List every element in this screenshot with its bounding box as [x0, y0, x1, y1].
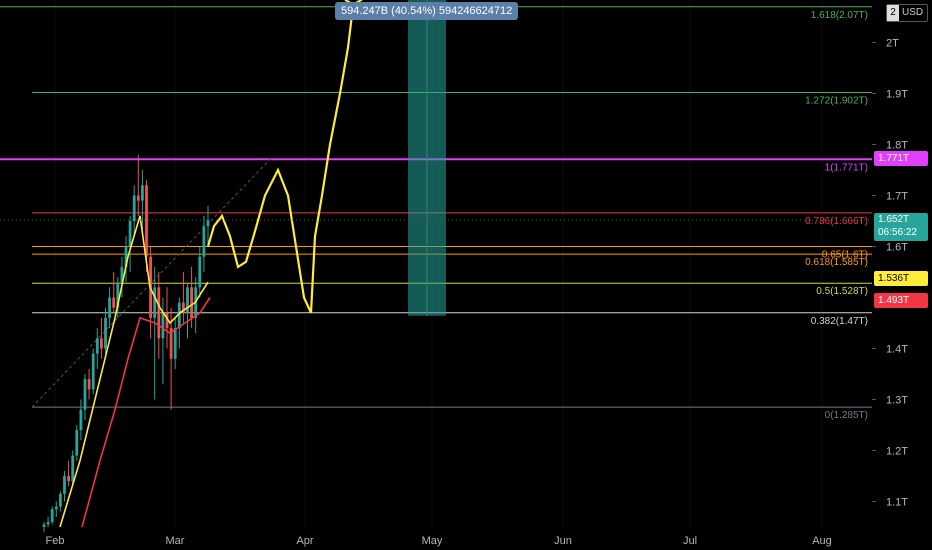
candle-body-24: [141, 185, 144, 201]
x-tick-label-2: Apr: [296, 535, 313, 547]
y-tick-label-0: 2T: [886, 38, 899, 50]
candle-body-10: [83, 379, 87, 410]
x-tick-label-5: Jul: [683, 535, 697, 547]
candle-body-32: [173, 328, 177, 359]
candle-body-9: [79, 409, 83, 431]
y-tick-label-3: 1.7T: [886, 191, 908, 203]
fib-level-label-8: 0(1.285T): [825, 410, 868, 421]
candle-body-6: [67, 476, 70, 482]
fib-level-label-2: 1(1.771T): [825, 162, 868, 173]
x-tick-label-3: May: [422, 535, 443, 547]
current-price-value: 1.652T: [878, 213, 910, 225]
currency-selector[interactable]: 2 USD: [886, 4, 928, 22]
candlestick-series: [42, 154, 210, 533]
measure-tooltip: 594.247B (40.54%) 594246624712: [335, 2, 519, 20]
candle-body-38: [198, 256, 202, 288]
candle-body-3: [54, 506, 58, 510]
axis-scale-label: 2: [887, 5, 899, 21]
candle-body-1: [46, 521, 50, 525]
bar-countdown: 06:56:22: [878, 226, 917, 238]
price-chart[interactable]: 1.618(2.07T) 1.272(1.902T) 1(1.771T) 0.786(…: [0, 0, 932, 550]
candle-body-27: [153, 287, 157, 318]
candle-body-40: [206, 219, 210, 227]
candle-body-15: [104, 317, 107, 349]
candle-body-11: [87, 379, 91, 390]
candle-body-4: [59, 493, 62, 507]
y-tick-label-6: 1.3T: [886, 395, 908, 407]
x-tick-label-0: Feb: [46, 535, 65, 547]
x-tick-label-4: Jun: [554, 535, 572, 547]
currency-label: USD: [902, 7, 924, 18]
y-tick-label-5: 1.4T: [886, 344, 908, 356]
moving-average-fast: [59, 215, 209, 528]
y-tick-label-8: 1.1T: [886, 497, 908, 509]
current-price-badge: 1.652T 06:56:22: [874, 212, 928, 241]
price-badge-1: 1.536T: [874, 271, 928, 287]
y-tick-label-2: 1.8T: [886, 140, 908, 152]
candle-body-0: [42, 524, 46, 527]
candle-body-14: [100, 338, 103, 349]
fib-level-label-6: 0.5(1.528T): [816, 286, 868, 297]
candle-body-21: [128, 221, 132, 247]
candle-body-7: [71, 455, 75, 482]
price-badge-0: 1.771T: [874, 151, 928, 167]
fib-level-label-1: 1.272(1.902T): [805, 95, 868, 106]
candle-body-25: [145, 185, 148, 257]
fib-level-label-5: 0.618(1.585T): [805, 257, 868, 268]
y-tick-label-1: 1.9T: [886, 89, 908, 101]
x-tick-label-1: Mar: [166, 535, 185, 547]
candle-body-22: [132, 195, 136, 221]
y-tick-label-7: 1.2T: [886, 446, 908, 458]
candle-body-8: [75, 430, 79, 456]
time-axis: Feb Mar Apr May Jun Jul Aug: [46, 535, 832, 547]
fib-level-label-3: 0.786(1.666T): [805, 216, 868, 227]
candle-body-39: [202, 226, 206, 257]
candle-body-2: [50, 509, 54, 522]
candle-body-28: [157, 287, 161, 339]
candle-body-36: [190, 287, 193, 318]
fib-level-label-0: 1.618(2.07T): [811, 10, 868, 21]
price-badge-2: 1.493T: [874, 293, 928, 309]
candle-body-12: [91, 353, 95, 390]
fib-level-label-7: 0.382(1.47T): [811, 316, 868, 327]
x-tick-label-6: Aug: [812, 535, 832, 547]
candle-body-16: [108, 297, 111, 318]
candle-body-29: [161, 312, 165, 339]
y-tick-label-4: 1.6T: [886, 242, 908, 254]
candle-body-17: [112, 297, 116, 308]
candle-body-5: [63, 476, 66, 494]
candle-body-13: [95, 338, 99, 354]
candle-body-23: [136, 195, 140, 201]
